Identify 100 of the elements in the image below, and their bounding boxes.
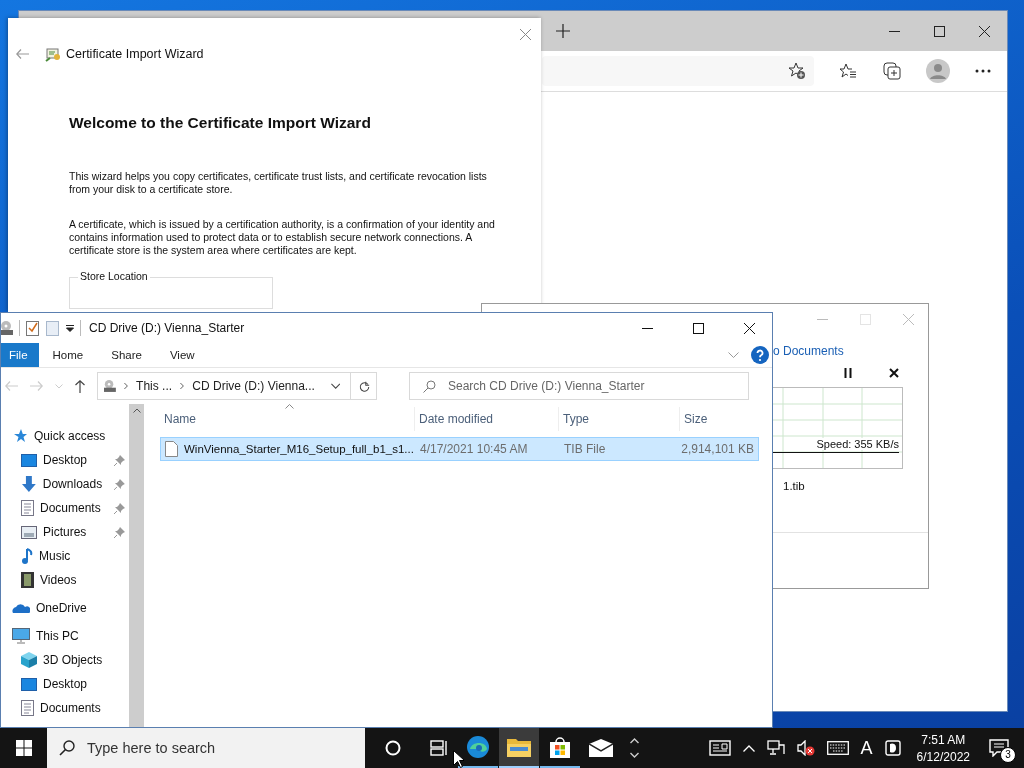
nav-item[interactable]: Pictures [1,520,129,544]
breadcrumb[interactable]: This ... [136,379,173,393]
close-icon[interactable] [744,322,755,334]
input-indicator[interactable]: A [860,737,873,759]
address-bar[interactable]: This ... CD Drive (D:) Vienna... [97,372,377,400]
nav-label: 3D Objects [43,653,103,667]
ribbon-tab[interactable]: Share [97,343,156,367]
star-icon [12,428,28,444]
nav-item[interactable]: OneDrive [1,596,129,620]
notification-icon[interactable] [989,739,1009,757]
cortana-icon[interactable] [385,740,401,756]
help-icon[interactable] [751,346,769,364]
taskbar-app[interactable] [499,728,539,768]
maximize-icon[interactable] [693,322,704,334]
nav-item[interactable]: Desktop [1,448,129,472]
cancel-icon[interactable] [889,368,899,378]
picture-frame-icon [21,525,37,539]
collections-icon[interactable] [883,62,901,80]
computer-icon [12,628,30,644]
search-field[interactable]: Search CD Drive (D:) Vienna_Starter [409,372,749,400]
nav-label: Downloads [42,477,103,491]
document-icon [21,700,34,716]
monitor-icon [21,453,37,467]
column-header[interactable]: Type [559,407,680,431]
file-icon [165,441,178,457]
destination-link[interactable]: o Documents [773,344,928,358]
ribbon-tab[interactable]: Home [38,343,98,367]
nav-label: OneDrive [36,601,87,615]
search-icon [59,740,75,756]
wizard-heading: Welcome to the Certificate Import Wizard [69,114,372,132]
music-note-icon [21,548,33,564]
maximize-icon[interactable] [934,25,945,37]
close-icon[interactable] [979,25,990,37]
column-header[interactable]: Size [680,407,756,431]
up-icon[interactable] [75,379,85,393]
envelope-icon [589,739,613,757]
speed-label: Speed: 355 KB/s [816,438,899,450]
dropdown-icon[interactable] [66,324,74,332]
ribbon-tab[interactable]: File [1,343,39,367]
ime-icon[interactable] [884,740,901,756]
taskbar-search-field[interactable]: Type here to search [47,728,365,768]
nav-label: Videos [40,573,77,587]
mouse-cursor-icon [453,750,464,768]
taskbar-scroll[interactable] [627,738,642,758]
download-icon [21,476,37,492]
nav-item[interactable]: This PC [1,624,129,648]
scrollbar[interactable] [129,404,144,727]
clock-time: 7:51 AM [921,732,966,747]
nav-item[interactable]: Videos [1,568,129,592]
more-icon[interactable] [975,69,991,73]
breadcrumb[interactable]: CD Drive (D:) Vienna... [192,379,315,393]
nav-item[interactable]: Documents [1,696,129,720]
add-favorite-icon[interactable] [788,62,806,80]
expand-ribbon-icon[interactable] [728,351,739,359]
favorites-icon[interactable] [839,63,857,79]
network-icon[interactable] [766,740,785,756]
volume-muted-icon[interactable] [796,740,815,756]
nav-item[interactable]: Desktop [1,672,129,696]
windows-start-icon[interactable] [16,740,32,756]
task-view-icon[interactable] [430,740,448,756]
document-icon [21,500,34,516]
file-row[interactable]: WinVienna_Starter_M16_Setup_full_b1_s1... 4/17/2021 10:45 AM TIB File 2,914,101 KB [160,437,759,461]
chevron-up-icon[interactable] [742,744,755,752]
chevron-icon [123,382,129,390]
back-arrow-icon[interactable] [16,49,29,59]
notification-badge: 3 [1000,747,1016,763]
chevron-icon [180,382,185,390]
profile-icon[interactable] [926,59,950,83]
group-label: Store Location [78,270,150,282]
scroll-up-icon[interactable] [132,408,141,413]
nav-item[interactable]: Quick access [1,424,129,448]
nav-item[interactable]: Music [1,544,129,568]
pause-icon[interactable] [844,368,852,378]
news-icon[interactable] [708,740,731,756]
shopping-bag-icon [549,736,571,758]
nav-label: Pictures [43,525,87,539]
new-tab-icon[interactable] [556,24,570,38]
scroll-down-icon[interactable] [630,752,639,758]
nav-label: Desktop [43,453,88,467]
nav-item[interactable]: 3D Objects [1,648,129,672]
ribbon-tab[interactable]: View [155,343,209,367]
column-header[interactable]: Name [160,407,415,431]
dropdown-icon[interactable] [330,382,341,390]
cloud-icon [12,602,30,614]
nav-label: Documents [40,701,101,715]
search-icon [423,380,436,393]
nav-item[interactable]: Downloads [1,472,129,496]
refresh-icon[interactable] [359,379,370,393]
wizard-description: This wizard helps you copy certificates, certificate trust lists, and certificate revocation lists from your disk to a certificate store. [69,170,488,196]
browser-swirl-icon [466,735,490,759]
column-header[interactable]: Date modified [415,407,559,431]
clock[interactable]: 7:51 AM 6/12/2022 [916,732,970,764]
keyboard-icon[interactable] [826,741,849,755]
nav-label: This PC [36,629,79,643]
nav-item[interactable]: Documents [1,496,129,520]
nav-label: Desktop [43,677,88,691]
certificate-icon [45,46,61,62]
type-cell-text: TIB File [563,442,607,456]
cube-icon [21,652,37,668]
properties-icon[interactable] [26,320,40,336]
